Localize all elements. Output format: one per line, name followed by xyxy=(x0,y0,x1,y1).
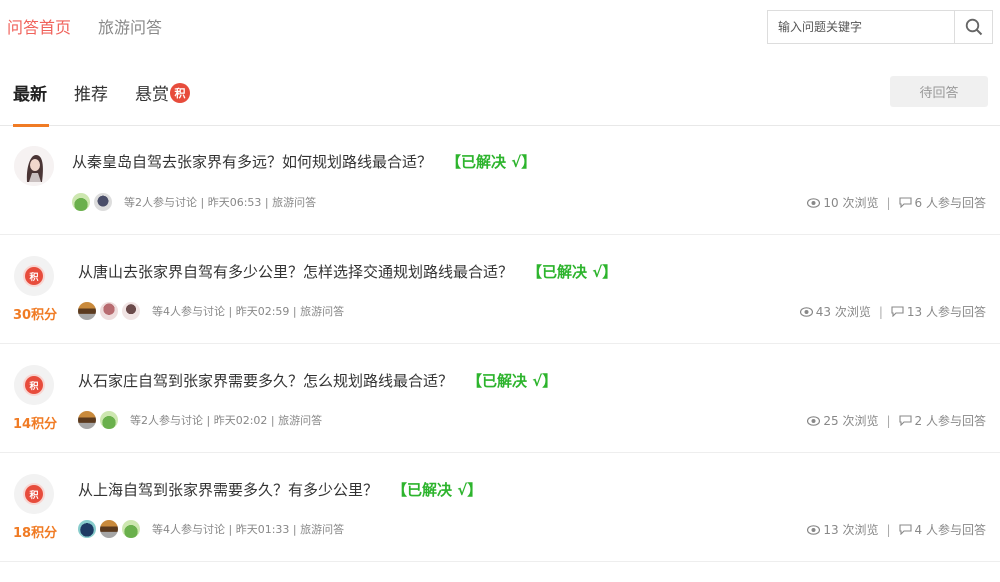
participant-avatar[interactable] xyxy=(72,193,90,211)
tab-latest[interactable]: 最新 xyxy=(13,80,47,105)
question-item: 积 30积分 从唐山去张家界自驾有多少公里？怎样选择交通规划路线最合适？ 【已解决 √… xyxy=(0,235,1000,344)
user-avatar-icon xyxy=(14,146,54,186)
eye-icon xyxy=(807,197,821,208)
solved-status: 【已解决 √】 xyxy=(527,263,618,281)
tab-bounty[interactable]: 悬赏 积 xyxy=(135,80,190,105)
question-stats: 10 次浏览 | 6 人参与回答 xyxy=(807,194,986,211)
eye-icon xyxy=(807,524,821,535)
points-badge-icon: 积 xyxy=(170,82,190,103)
pending-answer-button[interactable]: 待回答 xyxy=(890,76,988,107)
question-title-text: 从秦皇岛自驾去张家界有多远？如何规划路线最合适？ xyxy=(72,153,433,171)
meta-text: 等4人参与讨论 | 昨天02:59 | 旅游问答 xyxy=(152,305,345,318)
points-icon-label: 积 xyxy=(25,267,43,285)
comment-icon xyxy=(898,197,912,208)
tab-bar: 最新 推荐 悬赏 积 xyxy=(0,70,1000,127)
participant-avatar[interactable] xyxy=(78,520,96,538)
participant-avatar[interactable] xyxy=(78,411,96,429)
search-button[interactable] xyxy=(954,11,992,43)
bounty-points: 18积分 xyxy=(13,526,58,541)
view-count: 43 次浏览 xyxy=(815,305,871,319)
view-count: 13 次浏览 xyxy=(823,523,879,537)
participant-avatar[interactable] xyxy=(122,520,140,538)
eye-icon xyxy=(799,306,813,317)
tab-bounty-label: 悬赏 xyxy=(135,85,169,105)
solved-status: 【已解决 √】 xyxy=(467,372,558,390)
question-title[interactable]: 从石家庄自驾到张家界需要多久？怎么规划路线最合适？ 【已解决 √】 xyxy=(78,370,557,391)
question-meta: 等4人参与讨论 | 昨天02:59 | 旅游问答 xyxy=(78,302,344,320)
participant-avatar[interactable] xyxy=(78,302,96,320)
participant-avatar[interactable] xyxy=(100,302,118,320)
meta-text: 等2人参与讨论 | 昨天02:02 | 旅游问答 xyxy=(130,414,323,427)
participant-avatar[interactable] xyxy=(100,520,118,538)
answer-count: 2 人参与回答 xyxy=(914,414,986,428)
stats-divider: | xyxy=(886,522,891,537)
points-icon: 积 xyxy=(14,365,54,405)
tab-recommended[interactable]: 推荐 xyxy=(74,80,108,105)
comment-icon xyxy=(898,524,912,535)
question-title-text: 从唐山去张家界自驾有多少公里？怎样选择交通规划路线最合适？ xyxy=(78,263,514,281)
question-title-text: 从石家庄自驾到张家界需要多久？怎么规划路线最合适？ xyxy=(78,372,454,390)
nav-travel-qa[interactable]: 旅游问答 xyxy=(98,14,162,38)
search-box xyxy=(767,10,993,44)
participant-avatar[interactable] xyxy=(100,411,118,429)
meta-text: 等4人参与讨论 | 昨天01:33 | 旅游问答 xyxy=(152,523,345,536)
question-title-text: 从上海自驾到张家界需要多久？有多少公里？ xyxy=(78,481,379,499)
question-meta: 等4人参与讨论 | 昨天01:33 | 旅游问答 xyxy=(78,520,344,538)
question-title[interactable]: 从唐山去张家界自驾有多少公里？怎样选择交通规划路线最合适？ 【已解决 √】 xyxy=(78,261,617,282)
view-count: 25 次浏览 xyxy=(823,414,879,428)
solved-status: 【已解决 √】 xyxy=(446,153,537,171)
participant-avatar[interactable] xyxy=(94,193,112,211)
meta-text: 等2人参与讨论 | 昨天06:53 | 旅游问答 xyxy=(124,196,317,209)
question-item: 积 14积分 从石家庄自驾到张家界需要多久？怎么规划路线最合适？ 【已解决 √】等2人… xyxy=(0,344,1000,453)
points-icon: 积 xyxy=(14,256,54,296)
answer-count: 13 人参与回答 xyxy=(906,305,986,319)
points-icon: 积 xyxy=(14,474,54,514)
question-item: 积 18积分 从上海自驾到张家界需要多久？有多少公里？ 【已解决 √】等4人参与讨论 … xyxy=(0,453,1000,562)
search-input[interactable] xyxy=(768,11,954,43)
stats-divider: | xyxy=(886,195,891,210)
comment-icon xyxy=(898,415,912,426)
solved-status: 【已解决 √】 xyxy=(392,481,483,499)
question-title[interactable]: 从上海自驾到张家界需要多久？有多少公里？ 【已解决 √】 xyxy=(78,479,482,500)
question-stats: 43 次浏览 | 13 人参与回答 xyxy=(799,303,986,320)
eye-icon xyxy=(807,415,821,426)
top-nav: 问答首页 旅游问答 xyxy=(0,0,1000,52)
question-meta: 等2人参与讨论 | 昨天06:53 | 旅游问答 xyxy=(72,193,316,211)
participant-avatar[interactable] xyxy=(122,302,140,320)
stats-divider: | xyxy=(886,413,891,428)
question-meta: 等2人参与讨论 | 昨天02:02 | 旅游问答 xyxy=(78,411,322,429)
answer-count: 4 人参与回答 xyxy=(914,523,986,537)
nav-qa-home[interactable]: 问答首页 xyxy=(7,14,71,38)
question-item: 从秦皇岛自驾去张家界有多远？如何规划路线最合适？ 【已解决 √】等2人参与讨论 |… xyxy=(0,126,1000,235)
stats-divider: | xyxy=(878,304,883,319)
bounty-points: 14积分 xyxy=(13,417,58,432)
question-stats: 25 次浏览 | 2 人参与回答 xyxy=(807,412,986,429)
search-icon xyxy=(965,18,982,36)
view-count: 10 次浏览 xyxy=(823,196,879,210)
bounty-points: 30积分 xyxy=(13,308,58,323)
question-stats: 13 次浏览 | 4 人参与回答 xyxy=(807,521,986,538)
answer-count: 6 人参与回答 xyxy=(914,196,986,210)
points-icon-label: 积 xyxy=(25,485,43,503)
comment-icon xyxy=(891,306,904,317)
points-icon-label: 积 xyxy=(25,376,43,394)
avatar[interactable] xyxy=(14,146,54,186)
question-title[interactable]: 从秦皇岛自驾去张家界有多远？如何规划路线最合适？ 【已解决 √】 xyxy=(72,151,536,172)
